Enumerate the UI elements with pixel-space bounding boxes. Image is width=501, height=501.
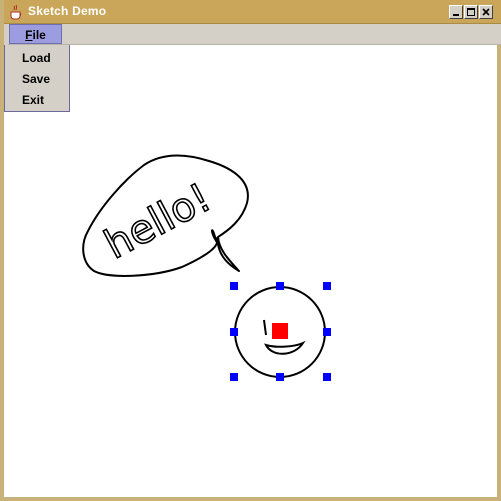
speech-text: hello!	[97, 175, 218, 269]
minimize-button[interactable]	[449, 5, 463, 19]
resize-handle-s[interactable]	[276, 373, 284, 381]
java-cup-icon	[10, 4, 22, 20]
menu-file[interactable]: File	[9, 24, 62, 44]
menu-file-label: ile	[32, 28, 46, 42]
maximize-icon	[467, 8, 475, 16]
resize-handle-e[interactable]	[323, 328, 331, 336]
menu-item-save[interactable]: Save	[22, 72, 50, 86]
move-anchor-handle[interactable]	[272, 323, 288, 339]
resize-handle-nw[interactable]	[230, 282, 238, 290]
sketch-drawing: hello!	[82, 154, 331, 381]
smiley-mouth	[264, 340, 306, 355]
title-bar[interactable]: Sketch Demo	[4, 0, 501, 24]
window-title: Sketch Demo	[28, 4, 107, 18]
resize-handle-w[interactable]	[230, 328, 238, 336]
resize-handle-ne[interactable]	[323, 282, 331, 290]
file-menu-dropdown: Load Save Exit	[4, 45, 70, 112]
menu-item-exit[interactable]: Exit	[22, 93, 44, 107]
minimize-icon	[453, 14, 459, 16]
menu-bar: File	[8, 24, 501, 45]
resize-handle-sw[interactable]	[230, 373, 238, 381]
maximize-button[interactable]	[464, 5, 478, 19]
close-icon	[482, 8, 490, 16]
menu-file-mnemonic: F	[25, 28, 33, 42]
resize-handle-n[interactable]	[276, 282, 284, 290]
menu-item-load[interactable]: Load	[22, 51, 51, 65]
close-button[interactable]	[479, 5, 493, 19]
resize-handle-se[interactable]	[323, 373, 331, 381]
smiley-left-eye	[263, 319, 267, 336]
